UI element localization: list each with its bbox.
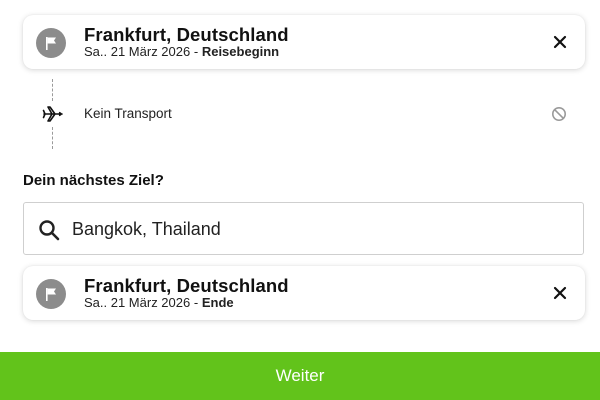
origin-title: Frankfurt, Deutschland: [84, 24, 289, 45]
origin-separator: -: [193, 44, 199, 59]
end-close-button[interactable]: [551, 284, 569, 302]
plane-icon: [42, 106, 63, 122]
end-date: Sa.. 21 März 2026: [84, 295, 191, 310]
destination-search[interactable]: [23, 202, 584, 255]
end-title: Frankfurt, Deutschland: [84, 275, 289, 296]
trip-planner: Frankfurt, Deutschland Sa.. 21 März 2026…: [0, 0, 600, 400]
origin-close-button[interactable]: [551, 33, 569, 51]
origin-date: Sa.. 21 März 2026: [84, 44, 191, 59]
origin-card[interactable]: Frankfurt, Deutschland Sa.. 21 März 2026…: [23, 15, 585, 69]
end-subtitle: Sa.. 21 März 2026 - Ende: [84, 295, 234, 310]
origin-suffix: Reisebeginn: [201, 44, 280, 59]
flag-icon: [36, 28, 66, 58]
route-connector-bottom: [52, 127, 53, 149]
origin-subtitle: Sa.. 21 März 2026 - Reisebeginn: [84, 44, 279, 59]
end-separator: -: [193, 295, 199, 310]
search-icon: [39, 220, 60, 241]
continue-button[interactable]: Weiter: [0, 352, 600, 400]
route-connector-top: [52, 79, 53, 101]
transport-label[interactable]: Kein Transport: [84, 106, 172, 121]
close-icon: [553, 286, 567, 300]
close-icon: [553, 35, 567, 49]
disabled-circle-icon[interactable]: [551, 106, 567, 122]
destination-search-input[interactable]: [72, 215, 562, 243]
end-suffix: Ende: [201, 295, 234, 310]
next-destination-heading: Dein nächstes Ziel?: [23, 172, 164, 189]
end-card[interactable]: Frankfurt, Deutschland Sa.. 21 März 2026…: [23, 266, 585, 320]
flag-icon: [36, 279, 66, 309]
